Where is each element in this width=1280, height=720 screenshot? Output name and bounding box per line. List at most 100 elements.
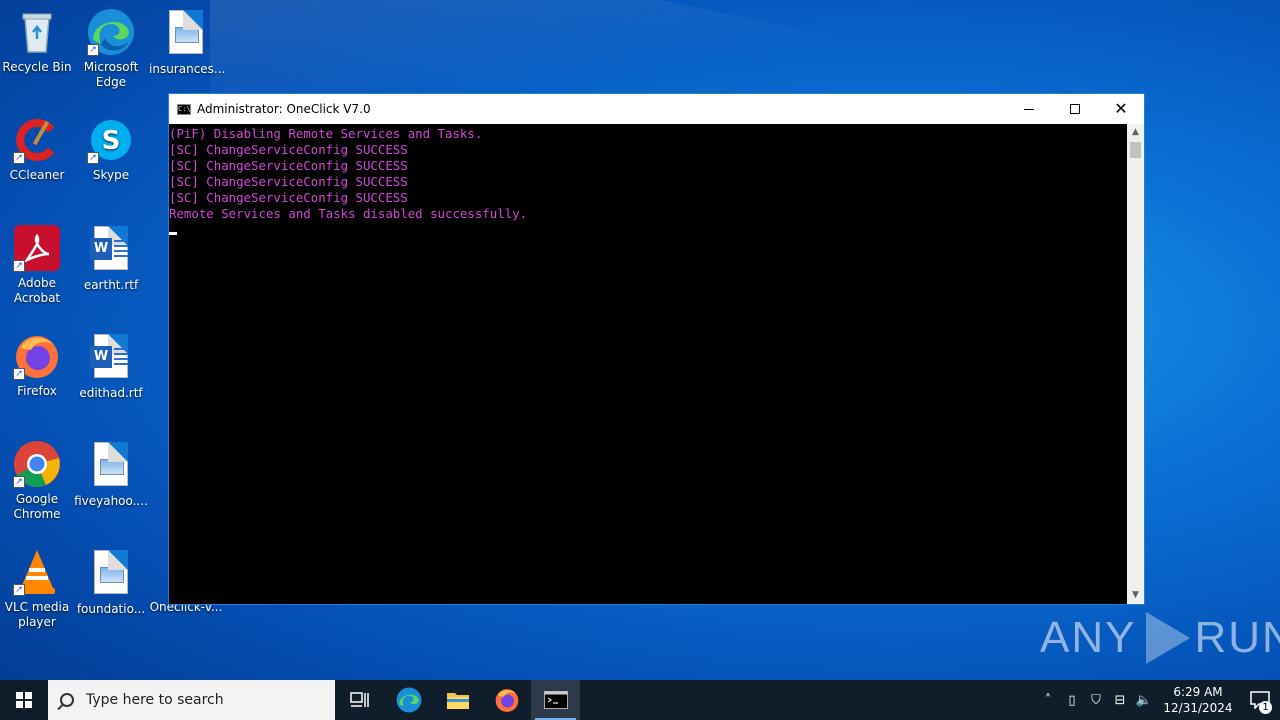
task-view-button[interactable] [335, 680, 384, 720]
desktop-icon-foundatio[interactable]: foundatio... [74, 548, 148, 617]
taskbar-edge-button[interactable] [384, 680, 433, 720]
recycle-bin-icon [13, 8, 61, 56]
desktop-icon-adobe-acrobat[interactable]: ↗ Adobe Acrobat [0, 224, 74, 306]
desktop-icon-fiveyahoo[interactable]: fiveyahoo.... [74, 440, 148, 509]
clock-time: 6:29 AM [1173, 685, 1223, 699]
search-icon [60, 693, 74, 707]
vlc-icon: ↗ [13, 548, 61, 596]
acrobat-icon: ↗ [13, 224, 61, 272]
taskbar-console-button[interactable] [531, 680, 580, 720]
console-icon [543, 691, 568, 709]
console-line: (PiF) Disabling Remote Services and Task… [169, 126, 483, 141]
desktop-icon-label: Google Chrome [13, 492, 61, 521]
shortcut-arrow-icon: ↗ [87, 152, 99, 164]
desktop-icon-label: Microsoft Edge [83, 60, 139, 89]
watermark-text-left: ANY [1040, 613, 1137, 662]
taskbar-firefox-button[interactable] [482, 680, 531, 720]
scroll-down-icon[interactable]: ▼ [1127, 587, 1144, 604]
window-titlebar[interactable]: C:\ Administrator: OneClick V7.0 ✕ [169, 94, 1144, 124]
taskbar-clock[interactable]: 6:29 AM 12/31/2024 [1162, 684, 1234, 716]
console-line: Remote Services and Tasks disabled succe… [169, 206, 528, 221]
skype-icon: S ↗ [87, 116, 135, 164]
vertical-scrollbar[interactable]: ▲ ▼ [1127, 124, 1144, 604]
taskbar-search-box[interactable]: Type here to search [48, 680, 335, 720]
anyrun-watermark: ANY RUN [1040, 612, 1280, 664]
desktop-icon-label: eartht.rtf [83, 278, 139, 292]
volume-icon[interactable]: 🔈 [1132, 693, 1156, 708]
minimize-button[interactable] [1006, 94, 1052, 124]
desktop-icon-vlc[interactable]: ↗ VLC media player [0, 548, 74, 630]
console-line: [SC] ChangeServiceConfig SUCCESS [169, 190, 408, 205]
maximize-icon [1070, 104, 1080, 114]
scroll-up-icon[interactable]: ▲ [1127, 124, 1144, 141]
desktop-icon-label: edithad.rtf [79, 386, 143, 400]
shortcut-arrow-icon: ↗ [13, 152, 25, 164]
watermark-text-right: RUN [1194, 613, 1280, 662]
shortcut-arrow-icon: ↗ [13, 476, 25, 488]
desktop-icon-firefox[interactable]: ↗ Firefox [0, 332, 74, 399]
search-placeholder: Type here to search [86, 692, 224, 708]
console-icon: C:\ [177, 103, 191, 115]
desktop-icon-label: Skype [92, 168, 130, 182]
edge-icon [396, 687, 421, 713]
network-icon[interactable]: ⊟ [1108, 693, 1132, 708]
desktop-icon-label: CCleaner [9, 168, 65, 182]
desktop-icon-label: fiveyahoo.... [74, 494, 148, 508]
word-document-icon: W [87, 334, 135, 382]
system-tray: ˄ ▯ ⛉ ⊟ 🔈 6:29 AM 12/31/2024 1 [1036, 680, 1280, 720]
desktop-icon-google-chrome[interactable]: ↗ Google Chrome [0, 440, 74, 522]
image-file-icon [162, 10, 210, 58]
desktop-icon-recycle-bin[interactable]: Recycle Bin [0, 8, 74, 75]
desktop-icon-label: Adobe Acrobat [13, 276, 61, 305]
edge-icon: ↗ [87, 8, 135, 56]
desktop-icon-label: insurances... [149, 62, 226, 76]
shortcut-arrow-icon: ↗ [13, 260, 25, 272]
desktop-icon-microsoft-edge[interactable]: ↗ Microsoft Edge [74, 8, 148, 90]
tablet-icon[interactable]: ▯ [1060, 693, 1084, 708]
shortcut-arrow-icon: ↗ [13, 584, 25, 596]
shortcut-arrow-icon: ↗ [13, 368, 25, 380]
console-line: [SC] ChangeServiceConfig SUCCESS [169, 142, 408, 157]
firefox-icon [495, 689, 518, 712]
play-logo-icon [1146, 612, 1191, 664]
chrome-icon: ↗ [13, 440, 61, 488]
console-window[interactable]: C:\ Administrator: OneClick V7.0 ✕ (PiF)… [168, 93, 1145, 605]
action-center-button[interactable]: 1 [1240, 680, 1280, 720]
minimize-icon [1024, 108, 1034, 110]
folder-icon [446, 693, 469, 709]
image-file-icon [87, 550, 135, 598]
desktop-icon-ccleaner[interactable]: ↗ CCleaner [0, 116, 74, 183]
task-view-icon [349, 692, 369, 707]
desktop-icon-skype[interactable]: S ↗ Skype [74, 116, 148, 183]
desktop-icon-eartht-rtf[interactable]: W eartht.rtf [74, 224, 148, 293]
maximize-button[interactable] [1052, 94, 1098, 124]
window-title: Administrator: OneClick V7.0 [197, 102, 371, 116]
scroll-thumb[interactable] [1130, 142, 1141, 158]
taskbar: Type here to search ˄ ▯ ⛉ ⊟ 🔈 6:29 AM 12… [0, 680, 1280, 720]
security-shield-icon[interactable]: ⛉ [1084, 693, 1108, 708]
taskbar-file-explorer-button[interactable] [433, 680, 482, 720]
word-document-icon: W [87, 226, 135, 274]
shortcut-arrow-icon: ↗ [87, 44, 99, 56]
console-line: [SC] ChangeServiceConfig SUCCESS [169, 158, 408, 173]
windows-logo-icon [16, 692, 32, 708]
desktop-icon-label: foundatio... [76, 602, 146, 616]
console-line: [SC] ChangeServiceConfig SUCCESS [169, 174, 408, 189]
desktop-icon-insurances[interactable]: insurances... [149, 8, 226, 77]
desktop-icon-edithad-rtf[interactable]: W edithad.rtf [74, 332, 148, 401]
notification-count-badge: 1 [1259, 701, 1272, 714]
start-button[interactable] [0, 680, 48, 720]
clock-date: 12/31/2024 [1163, 701, 1233, 715]
desktop-icon-label: Recycle Bin [2, 60, 72, 74]
text-cursor [169, 232, 177, 235]
ccleaner-icon: ↗ [13, 116, 61, 164]
image-file-icon [87, 442, 135, 490]
firefox-icon: ↗ [13, 332, 61, 380]
close-icon: ✕ [1114, 99, 1128, 118]
desktop-icon-label: VLC media player [4, 600, 70, 629]
close-button[interactable]: ✕ [1098, 94, 1144, 124]
show-hidden-icons-chevron-up-icon[interactable]: ˄ [1036, 693, 1060, 708]
svg-text:S: S [102, 126, 121, 156]
desktop-icon-label: Firefox [17, 384, 57, 398]
console-output[interactable]: (PiF) Disabling Remote Services and Task… [169, 124, 1127, 604]
